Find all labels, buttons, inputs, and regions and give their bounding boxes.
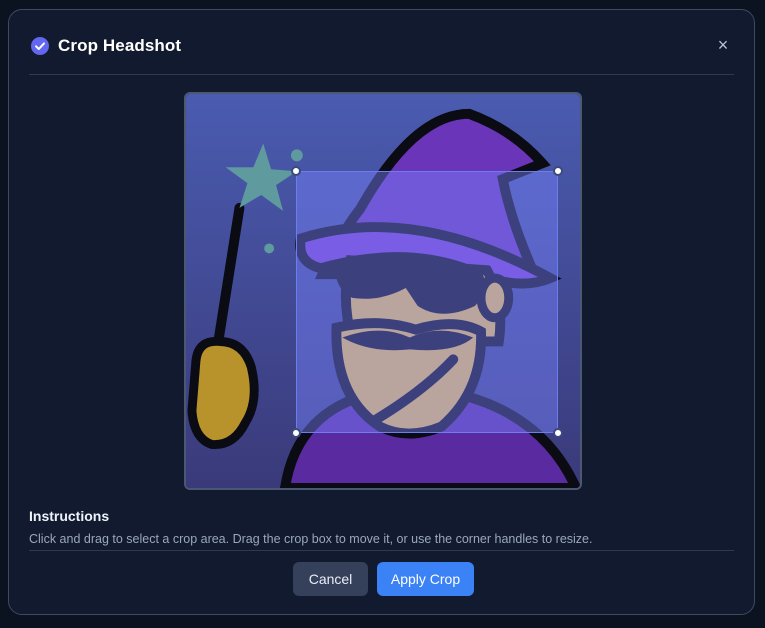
crop-selection-box[interactable] <box>291 166 563 438</box>
crop-dialog: Crop Headshot × Instructions Click and d… <box>8 9 755 615</box>
cancel-button[interactable]: Cancel <box>293 562 368 596</box>
dialog-header: Crop Headshot × <box>29 10 734 75</box>
dialog-title: Crop Headshot <box>58 36 182 55</box>
crop-handle-top-left[interactable] <box>291 166 301 176</box>
crop-handle-bottom-right[interactable] <box>553 428 563 438</box>
image-canvas[interactable] <box>184 92 582 490</box>
dialog-footer: Cancel Apply Crop <box>9 562 754 596</box>
crop-handle-top-right[interactable] <box>553 166 563 176</box>
crop-handle-bottom-left[interactable] <box>291 428 301 438</box>
check-circle-icon <box>31 37 49 55</box>
apply-crop-button[interactable]: Apply Crop <box>377 562 474 596</box>
instructions-section: Instructions Click and drag to select a … <box>29 508 734 551</box>
instructions-text: Click and drag to select a crop area. Dr… <box>29 532 593 546</box>
instructions-heading: Instructions <box>29 508 110 524</box>
close-icon[interactable]: × <box>712 34 734 56</box>
